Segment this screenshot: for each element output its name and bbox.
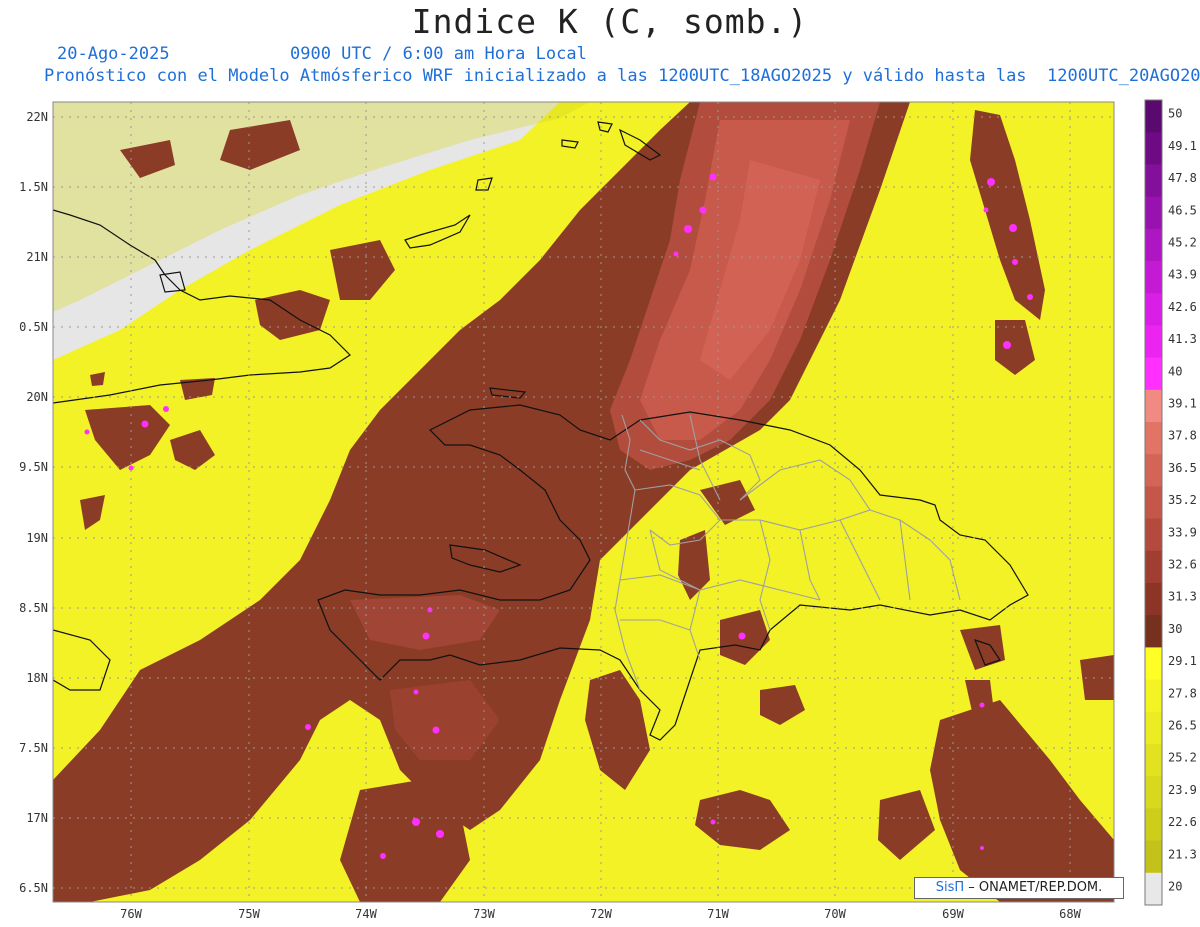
colorbar-swatch xyxy=(1145,583,1162,616)
colorbar-swatch xyxy=(1145,615,1162,648)
colorbar-swatch xyxy=(1145,518,1162,552)
colorbar-label: 26.5 xyxy=(1168,719,1197,733)
colorbar-label: 23.9 xyxy=(1168,783,1197,797)
colorbar-label: 47.8 xyxy=(1168,171,1197,185)
colorbar-label: 29.1 xyxy=(1168,654,1197,668)
k-index-field xyxy=(53,102,1114,902)
colorbar-label: 32.6 xyxy=(1168,558,1197,572)
colorbar-swatch xyxy=(1145,389,1162,423)
colorbar-label: 20 xyxy=(1168,880,1182,894)
lat-label: 17N xyxy=(26,811,48,825)
colorbar-swatch xyxy=(1145,261,1162,294)
colorbar-swatch xyxy=(1145,132,1162,165)
colorbar-swatch xyxy=(1145,550,1162,584)
lon-label: 70W xyxy=(824,907,846,921)
colorbar-label: 36.5 xyxy=(1168,461,1197,475)
colorbar-label: 22.6 xyxy=(1168,815,1197,829)
colorbar-label: 43.9 xyxy=(1168,268,1197,282)
colorbar-swatch xyxy=(1145,711,1162,745)
lon-label: 71W xyxy=(707,907,729,921)
colorbar-swatch xyxy=(1145,196,1162,230)
lon-label: 68W xyxy=(1059,907,1081,921)
k-index-map: 22N 1.5N 21N 0.5N 20N 9.5N 19N 8.5N 18N … xyxy=(19,99,1197,921)
lat-label: 22N xyxy=(26,110,48,124)
colorbar-label: 37.8 xyxy=(1168,429,1197,443)
colorbar-swatch xyxy=(1145,486,1162,520)
colorbar-swatch xyxy=(1145,357,1162,391)
lat-label: 0.5N xyxy=(19,320,48,334)
lon-label: 75W xyxy=(238,907,260,921)
colorbar: 50 49.1 47.8 46.5 45.2 43.9 42.6 41.3 40 39.1 37.8… xyxy=(1144,99,1197,906)
colorbar-label: 27.8 xyxy=(1168,686,1197,700)
brand-logo-text: SisΠ xyxy=(935,880,965,895)
colorbar-label: 49.1 xyxy=(1168,139,1197,153)
colorbar-label: 41.3 xyxy=(1168,332,1197,346)
lat-label: 8.5N xyxy=(19,601,48,615)
colorbar-label: 31.3 xyxy=(1168,590,1197,604)
colorbar-label: 50 xyxy=(1168,107,1182,121)
credit-org: – ONAMET/REP.DOM. xyxy=(968,880,1103,895)
colorbar-swatch xyxy=(1145,293,1162,326)
colorbar-swatch xyxy=(1145,679,1162,713)
colorbar-swatch xyxy=(1145,325,1162,359)
colorbar-label: 46.5 xyxy=(1168,203,1197,217)
colorbar-swatch xyxy=(1145,744,1162,777)
colorbar-swatch xyxy=(1145,454,1162,487)
colorbar-swatch xyxy=(1145,776,1162,809)
credit-box: SisΠ – ONAMET/REP.DOM. xyxy=(914,877,1124,899)
lat-label: 1.5N xyxy=(19,180,48,194)
lon-label: 69W xyxy=(942,907,964,921)
colorbar-swatch xyxy=(1145,164,1162,198)
lon-label: 74W xyxy=(355,907,377,921)
lat-label: 9.5N xyxy=(19,460,48,474)
colorbar-label: 33.9 xyxy=(1168,525,1197,539)
colorbar-label: 25.2 xyxy=(1168,751,1197,765)
lat-label: 19N xyxy=(26,531,48,545)
lat-label: 6.5N xyxy=(19,881,48,895)
lon-label: 73W xyxy=(473,907,495,921)
lon-label: 76W xyxy=(120,907,142,921)
colorbar-label: 45.2 xyxy=(1168,236,1197,250)
colorbar-swatch xyxy=(1145,422,1162,455)
colorbar-label: 30 xyxy=(1168,622,1182,636)
latitude-labels: 22N 1.5N 21N 0.5N 20N 9.5N 19N 8.5N 18N … xyxy=(19,110,48,895)
colorbar-label: 39.1 xyxy=(1168,397,1197,411)
colorbar-label: 40 xyxy=(1168,364,1182,378)
lat-label: 7.5N xyxy=(19,741,48,755)
longitude-labels: 76W 75W 74W 73W 72W 71W 70W 69W 68W xyxy=(120,907,1081,921)
lon-label: 72W xyxy=(590,907,612,921)
colorbar-swatch xyxy=(1145,100,1162,133)
colorbar-label: 35.2 xyxy=(1168,493,1197,507)
colorbar-swatch xyxy=(1145,228,1162,262)
colorbar-swatch xyxy=(1145,840,1162,874)
colorbar-swatch xyxy=(1145,872,1162,906)
lat-label: 20N xyxy=(26,390,48,404)
lat-label: 21N xyxy=(26,250,48,264)
colorbar-swatch xyxy=(1145,808,1162,842)
lat-label: 18N xyxy=(26,671,48,685)
colorbar-label: 21.3 xyxy=(1168,847,1197,861)
colorbar-label: 42.6 xyxy=(1168,300,1197,314)
colorbar-swatch xyxy=(1145,647,1162,681)
